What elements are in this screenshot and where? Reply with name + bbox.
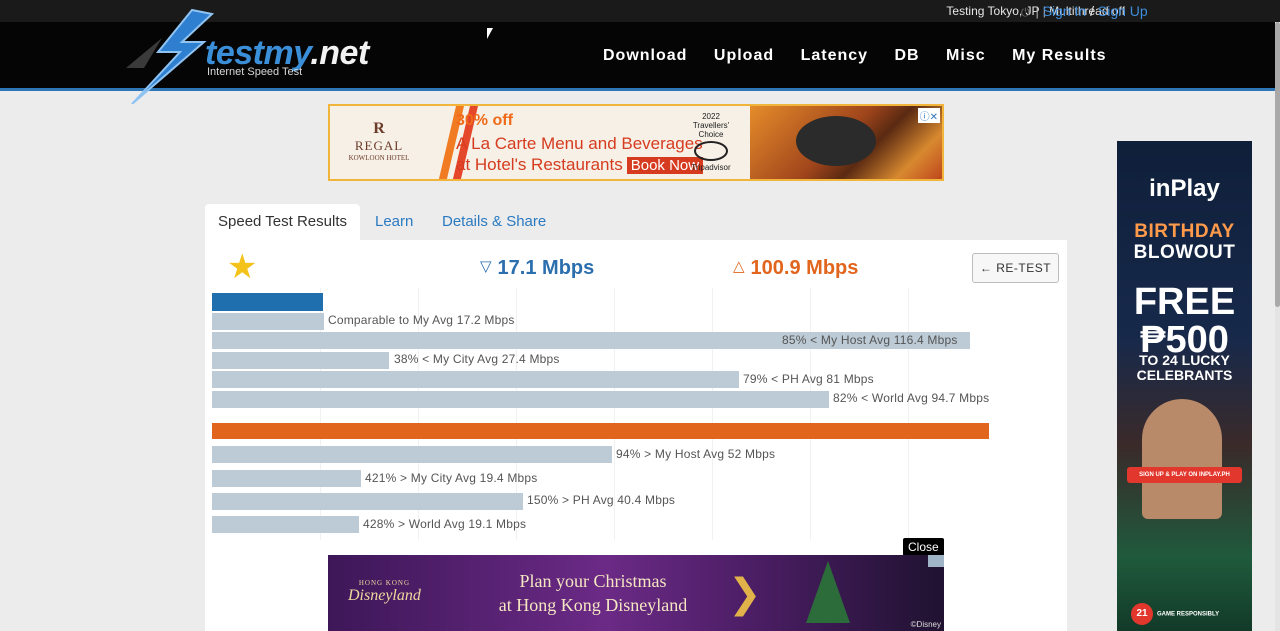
nav-upload[interactable]: Upload	[714, 47, 774, 65]
upload-compare-bar-city-avg	[212, 470, 361, 487]
close-ad-button[interactable]: Close	[903, 538, 944, 556]
download-compare-bar-my-avg	[212, 313, 324, 330]
nav-db[interactable]: DB	[894, 47, 919, 65]
nav-latency[interactable]: Latency	[801, 47, 868, 65]
regal-hotel-logo: R REGAL KOWLOON HOTEL	[348, 120, 410, 162]
food-photo	[750, 106, 942, 179]
sign-up-link[interactable]: Sign Up	[1098, 3, 1148, 19]
site-header: testmy.net Internet Speed Test Download …	[0, 8, 1280, 104]
upload-result-bar	[212, 423, 989, 439]
download-compare-label-ph-avg: 79% < PH Avg 81 Mbps	[743, 372, 874, 386]
ad-model-photo	[1142, 399, 1222, 519]
auth-links: ⏻ | Sign In / Sign Up	[1021, 3, 1148, 20]
ad-choices-icon[interactable]	[928, 555, 944, 567]
responsible-gaming-badge: 21 GAME RESPONSIBLY	[1131, 603, 1219, 625]
upload-arrow-icon: △	[733, 258, 745, 275]
upload-compare-label-city-avg: 421% > My City Avg 19.4 Mbps	[365, 471, 538, 485]
scrollbar-thumb[interactable]	[1275, 22, 1280, 307]
disneyland-logo: HONG KONG Disneyland	[348, 579, 421, 604]
download-compare-label-my-avg: Comparable to My Avg 17.2 Mbps	[328, 313, 515, 327]
upload-compare-bar-ph-avg	[212, 493, 523, 510]
tripadvisor-owl-icon	[694, 141, 728, 161]
travellers-choice-award: 2022 Travellers' Choice Tripadvisor	[691, 112, 731, 172]
upload-compare-label-host-avg: 94% > My Host Avg 52 Mbps	[616, 447, 776, 461]
download-compare-bar-city-avg	[212, 352, 389, 369]
mouse-cursor-icon	[487, 28, 493, 39]
ad-bottom-headline: Plan your Christmas at Hong Kong Disneyl…	[498, 571, 688, 615]
power-icon[interactable]: ⏻	[1021, 7, 1030, 20]
download-speed: ▽ 17.1 Mbps	[480, 257, 595, 279]
star-icon[interactable]: ★	[227, 247, 257, 287]
nav-my-results[interactable]: My Results	[1012, 47, 1106, 65]
comparison-chart: Comparable to My Avg 17.2 Mbps 85% < My …	[205, 288, 1067, 548]
ad-headline-2: at Hotel's Restaurants Book Now	[456, 155, 704, 175]
download-compare-bar-ph-avg	[212, 371, 739, 388]
tab-speed-test-results[interactable]: Speed Test Results	[205, 204, 360, 240]
retest-button[interactable]: ← RE-TEST	[972, 253, 1059, 283]
ad-choices-close-icon[interactable]: ⓘ✕	[917, 108, 940, 123]
upload-speed: △ 100.9 Mbps	[733, 257, 859, 279]
ad-side-offer: FREE ₱500	[1133, 281, 1236, 361]
upload-compare-bar-host-avg	[212, 446, 612, 463]
side-skyscraper-ad[interactable]: inPlay BIRTHDAY BLOWOUT FREE ₱500 TO 24 …	[1117, 141, 1252, 631]
top-banner-ad[interactable]: R REGAL KOWLOON HOTEL 30% off A La Carte…	[328, 104, 944, 181]
upload-compare-label-world-avg: 428% > World Avg 19.1 Mbps	[363, 517, 527, 531]
download-compare-label-world-avg: 82% < World Avg 94.7 Mbps	[833, 391, 990, 405]
chevron-right-icon: ❯	[728, 572, 762, 616]
age-21-icon: 21	[1131, 603, 1153, 625]
christmas-tree-icon	[806, 561, 850, 623]
download-compare-label-host-avg: 85% < My Host Avg 116.4 Mbps	[782, 333, 958, 347]
inplay-logo: inPlay	[1149, 175, 1220, 202]
main-nav: Download Upload Latency DB Misc My Resul…	[603, 47, 1129, 65]
tab-details-share[interactable]: Details & Share	[442, 204, 546, 240]
upload-compare-bar-world-avg	[212, 516, 359, 533]
ad-side-subline: TO 24 LUCKY CELEBRANTS	[1136, 352, 1233, 383]
tab-learn[interactable]: Learn	[375, 204, 413, 240]
ad-side-cta-button[interactable]: SIGN UP & PLAY ON INPLAY.PH	[1127, 467, 1242, 483]
download-arrow-icon: ▽	[480, 258, 492, 275]
upload-compare-label-ph-avg: 150% > PH Avg 40.4 Mbps	[527, 493, 676, 507]
site-tagline: Internet Speed Test	[207, 66, 303, 78]
sign-in-link[interactable]: Sign In	[1043, 3, 1087, 19]
nav-misc[interactable]: Misc	[946, 47, 986, 65]
download-result-bar	[212, 293, 323, 311]
download-compare-label-city-avg: 38% < My City Avg 27.4 Mbps	[394, 352, 560, 366]
ad-side-headline: BIRTHDAY BLOWOUT	[1133, 221, 1236, 263]
nav-download[interactable]: Download	[603, 47, 687, 65]
ad-headline-1: A La Carte Menu and Beverages	[456, 134, 703, 153]
ad-offer: 30% off	[456, 112, 513, 129]
download-compare-bar-world-avg	[212, 391, 829, 408]
bottom-banner-ad[interactable]: HONG KONG Disneyland Plan your Christmas …	[328, 555, 944, 631]
page-scrollbar[interactable]	[1275, 22, 1280, 631]
